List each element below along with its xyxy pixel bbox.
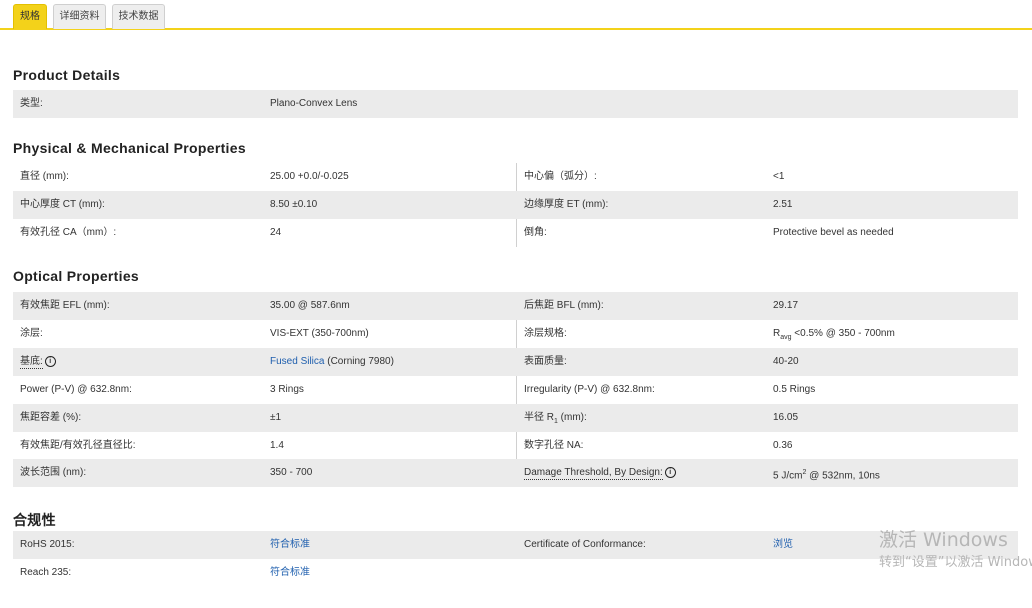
coating-r-subscript: avg (780, 334, 792, 341)
spec-label: 有效焦距/有效孔径直径比: (20, 440, 136, 451)
damage-detail: @ 532nm, 10ns (806, 470, 880, 482)
spec-value: Protective bevel as needed (773, 227, 894, 238)
spec-value: 1.4 (270, 440, 284, 451)
watermark-subtitle: 转到“设置”以激活 Windows。 (879, 555, 1032, 570)
tab-details[interactable]: 详细资料 (53, 4, 106, 29)
substrate-detail: (Corning 7980) (324, 356, 394, 367)
spec-label: 数字孔径 NA: (524, 440, 584, 451)
info-icon[interactable]: i (664, 466, 676, 478)
radius-unit: (mm): (557, 412, 587, 423)
spec-label: 半径 R1 (mm): (524, 404, 587, 432)
spec-label: 基底: i (20, 348, 56, 376)
section-title-compliance: 合规性 (13, 512, 56, 528)
spec-value: Fused Silica (Corning 7980) (270, 348, 394, 376)
table-row: 有效孔径 CA（mm）: 24 倒角: Protective bevel as … (13, 219, 1018, 247)
spec-label: 类型: (20, 98, 43, 109)
spec-label: Irregularity (P-V) @ 632.8nm: (524, 384, 655, 395)
spec-label: 涂层规格: (524, 328, 567, 339)
table-row: 基底: i Fused Silica (Corning 7980) 表面质量: 4… (13, 348, 1018, 376)
spec-value: 35.00 @ 587.6nm (270, 300, 350, 311)
damage-threshold-label: Damage Threshold, By Design: (524, 467, 663, 480)
spec-label: Certificate of Conformance: (524, 539, 646, 550)
spec-value: 24 (270, 227, 282, 238)
table-row: 波长范围 (nm): 350 - 700 Damage Threshold, B… (13, 459, 1018, 487)
rohs-compliant-link[interactable]: 符合标准 (270, 531, 310, 559)
spec-value: 25.00 +0.0/-0.025 (270, 171, 349, 182)
spec-label: 表面质量: (524, 356, 567, 367)
spec-value: 29.17 (773, 300, 799, 311)
damage-value: 5 J/cm (773, 470, 803, 482)
spec-value: 40-20 (773, 356, 799, 367)
info-icon[interactable]: i (44, 355, 56, 367)
table-row: 有效焦距 EFL (mm): 35.00 @ 587.6nm 后焦距 BFL (… (13, 292, 1018, 320)
table-row: 焦距容差 (%): ±1 半径 R1 (mm): 16.05 (13, 404, 1018, 432)
spec-value: Ravg <0.5% @ 350 - 700nm (773, 320, 895, 348)
spec-label: 波长范围 (nm): (20, 467, 87, 478)
spec-label: 中心偏（弧分）: (524, 171, 597, 182)
spec-label: RoHS 2015: (20, 539, 75, 550)
spec-value: ±1 (270, 412, 282, 423)
spec-value: 5 J/cm2 @ 532nm, 10ns (773, 459, 880, 487)
windows-activation-watermark: 激活 Windows 转到“设置”以激活 Windows。 (879, 527, 1032, 573)
spec-label: 焦距容差 (%): (20, 412, 82, 423)
table-row: 涂层: VIS-EXT (350-700nm) 涂层规格: Ravg <0.5%… (13, 320, 1018, 348)
radius-label: 半径 R (524, 412, 554, 423)
section-title-product-details: Product Details (13, 67, 121, 83)
tab-bar: 规格 详细资料 技术数据 (0, 0, 1032, 30)
reach-compliant-link[interactable]: 符合标准 (270, 559, 310, 587)
column-divider (516, 320, 517, 348)
section-title-optical: Optical Properties (13, 268, 139, 284)
coating-spec-rest: <0.5% @ 350 - 700nm (791, 328, 895, 339)
spec-value: 3 Rings (270, 384, 304, 395)
tab-technical-data[interactable]: 技术数据 (112, 4, 165, 29)
column-divider (516, 376, 517, 404)
table-row: 类型: Plano-Convex Lens (13, 90, 1018, 118)
column-divider (516, 163, 517, 191)
column-divider (516, 432, 517, 460)
substrate-label: 基底: (20, 356, 43, 369)
spec-value: 0.5 Rings (773, 384, 816, 395)
spec-value: VIS-EXT (350-700nm) (270, 328, 369, 339)
spec-value: 0.36 (773, 440, 793, 451)
spec-label: 中心厚度 CT (mm): (20, 199, 105, 210)
spec-label: 直径 (mm): (20, 171, 69, 182)
spec-value: <1 (773, 171, 785, 182)
spec-label: 涂层: (20, 328, 43, 339)
table-row: 中心厚度 CT (mm): 8.50 ±0.10 边缘厚度 ET (mm): 2… (13, 191, 1018, 219)
table-row: Reach 235: 符合标准 (13, 559, 1018, 587)
spec-label: 后焦距 BFL (mm): (524, 300, 604, 311)
watermark-title: 激活 Windows (879, 529, 1008, 551)
spec-label: 倒角: (524, 227, 547, 238)
tab-specs[interactable]: 规格 (13, 4, 47, 29)
column-divider (516, 219, 517, 247)
fused-silica-link[interactable]: Fused Silica (270, 356, 324, 367)
spec-value: 8.50 ±0.10 (270, 199, 318, 210)
spec-value: Plano-Convex Lens (270, 98, 358, 109)
spec-value: 16.05 (773, 412, 799, 423)
spec-value: 350 - 700 (270, 467, 313, 478)
table-row: 有效焦距/有效孔径直径比: 1.4 数字孔径 NA: 0.36 (13, 432, 1018, 460)
section-title-physical: Physical & Mechanical Properties (13, 140, 246, 156)
table-row: Power (P-V) @ 632.8nm: 3 Rings Irregular… (13, 376, 1018, 404)
spec-label: Reach 235: (20, 567, 72, 578)
spec-label: 边缘厚度 ET (mm): (524, 199, 609, 210)
spec-label: Damage Threshold, By Design: i (524, 459, 676, 487)
spec-label: 有效孔径 CA（mm）: (20, 227, 117, 238)
table-row: 直径 (mm): 25.00 +0.0/-0.025 中心偏（弧分）: <1 (13, 163, 1018, 191)
spec-label: Power (P-V) @ 632.8nm: (20, 384, 132, 395)
spec-value: 2.51 (773, 199, 793, 210)
table-row: RoHS 2015: 符合标准 Certificate of Conforman… (13, 531, 1018, 559)
certificate-view-link[interactable]: 浏览 (773, 531, 793, 559)
spec-label: 有效焦距 EFL (mm): (20, 300, 110, 311)
